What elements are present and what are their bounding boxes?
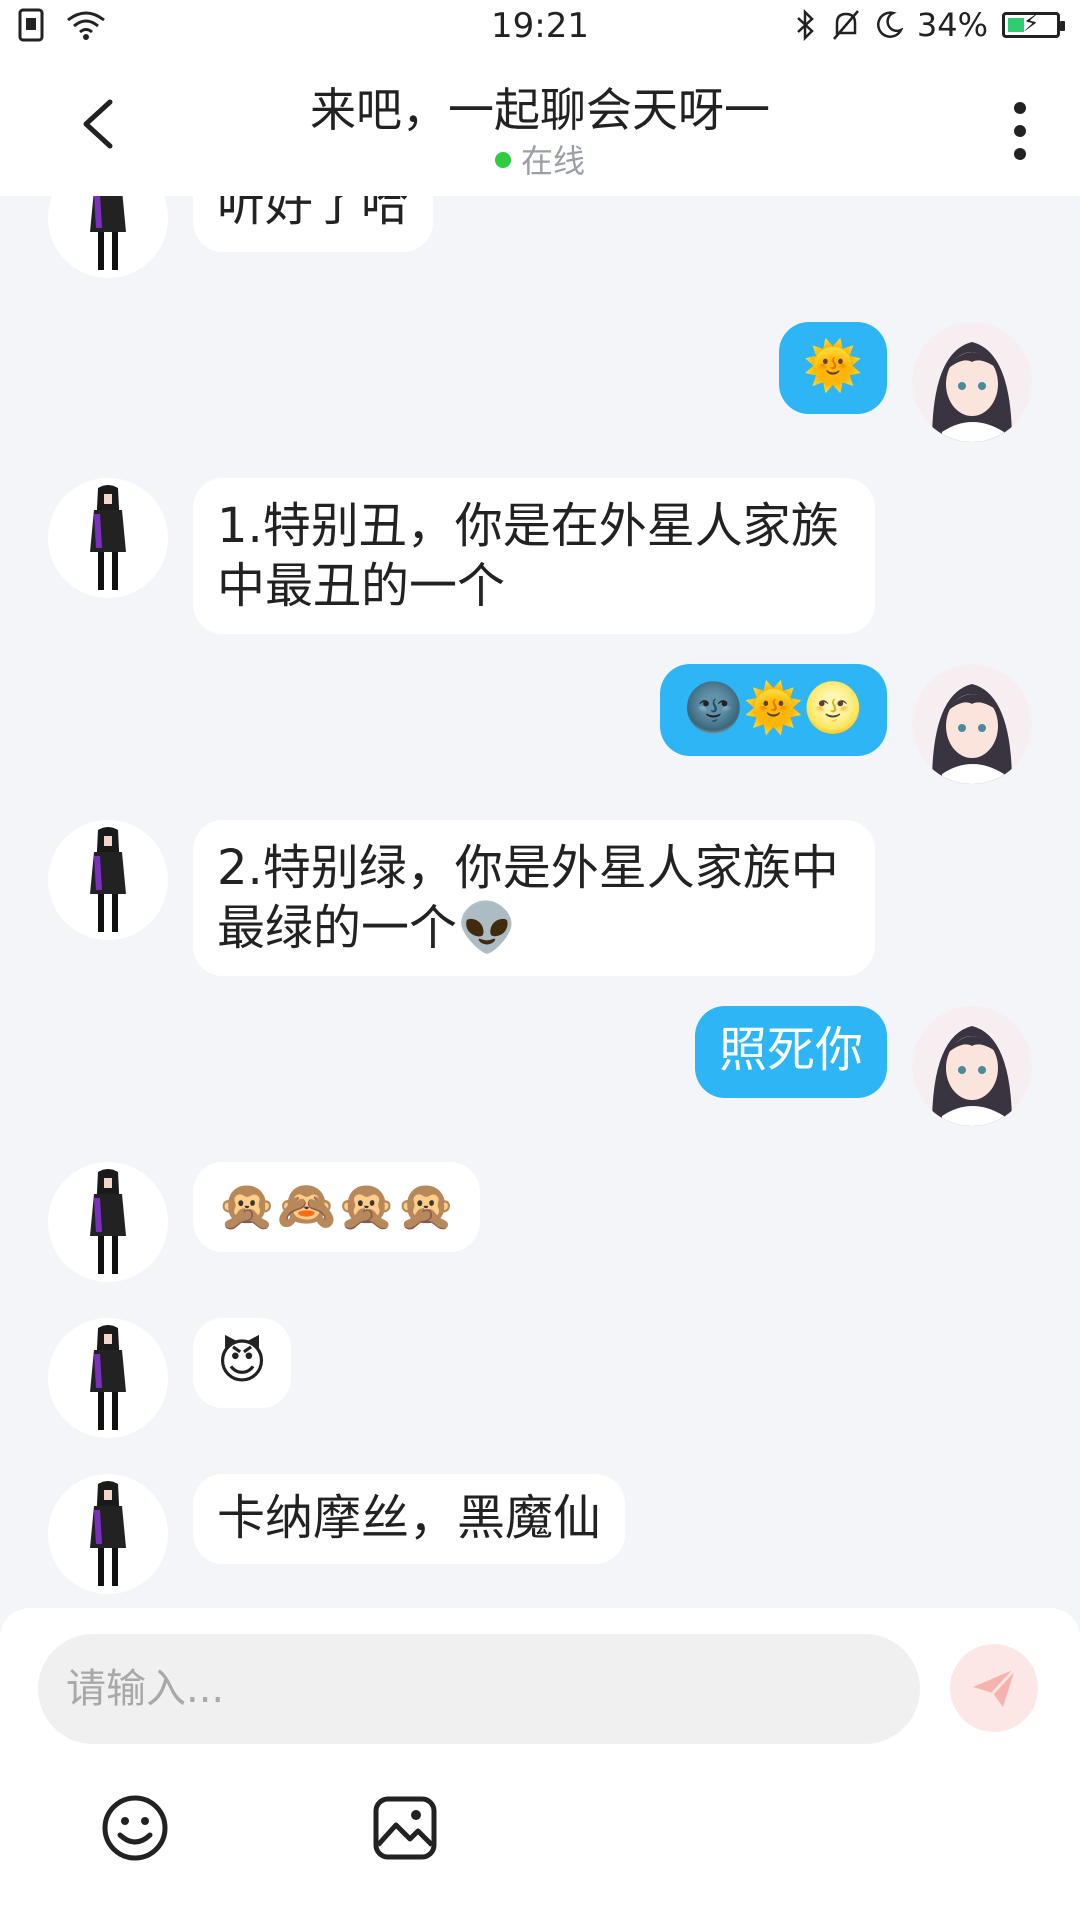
online-dot-icon xyxy=(494,152,511,168)
charging-bolt-icon: ⚡ xyxy=(1022,9,1040,37)
message-bubble-incoming[interactable]: 卡纳摩丝，黑魔仙 xyxy=(193,1474,626,1564)
message-bubble-incoming[interactable]: 1.特别丑，你是在外星人家族中最丑的一个 xyxy=(193,478,875,634)
contact-avatar[interactable] xyxy=(48,1474,168,1594)
online-status: 在线 xyxy=(0,136,1080,182)
more-dot xyxy=(1014,102,1026,114)
more-options-button[interactable] xyxy=(1010,102,1030,160)
contact-avatar[interactable] xyxy=(48,196,168,278)
message-list[interactable]: 听好了哈 🌞 1.特别丑，你是在外星人家族中最丑的一个 🌚🌞🌝 2.特别绿，你是… xyxy=(0,196,1080,1608)
message-input[interactable]: 请输入... xyxy=(38,1634,920,1744)
bluetooth-icon xyxy=(797,9,814,41)
paper-plane-icon xyxy=(973,1667,1017,1707)
contact-avatar[interactable] xyxy=(48,820,168,940)
message-composer: 请输入... xyxy=(0,1608,1080,1920)
mute-bell-icon xyxy=(832,10,859,40)
chat-title: 来吧，一起聊会天呀一 xyxy=(310,83,770,137)
status-right-icons: 34% ⚡ xyxy=(795,6,1065,44)
send-button[interactable] xyxy=(950,1644,1038,1732)
message-bubble-incoming[interactable]: 2.特别绿，你是外星人家族中最绿的一个👽 xyxy=(193,820,875,976)
contact-avatar[interactable] xyxy=(48,1162,168,1282)
my-avatar[interactable] xyxy=(912,664,1032,784)
message-bubble-outgoing[interactable]: 照死你 xyxy=(694,1006,887,1098)
battery-icon: ⚡ xyxy=(1002,9,1065,38)
emoji-icon[interactable] xyxy=(100,1793,170,1863)
more-dot xyxy=(1014,125,1026,137)
contact-avatar[interactable] xyxy=(48,478,168,598)
image-icon[interactable] xyxy=(370,1793,440,1863)
my-avatar[interactable] xyxy=(912,1006,1032,1126)
message-bubble-outgoing[interactable]: 🌚🌞🌝 xyxy=(659,664,887,756)
message-bubble-incoming[interactable]: 听好了哈 xyxy=(193,196,434,252)
message-bubble-incoming[interactable]: 🙊🙈🙊🙊 xyxy=(193,1162,481,1252)
contact-avatar[interactable] xyxy=(48,1318,168,1438)
status-bar: 19:21 34% ⚡ xyxy=(0,0,1080,54)
more-dot xyxy=(1014,148,1026,160)
my-avatar[interactable] xyxy=(912,322,1032,442)
battery-percent: 34% xyxy=(916,6,988,44)
message-bubble-outgoing[interactable]: 🌞 xyxy=(779,322,887,414)
message-bubble-incoming[interactable]: 😈 xyxy=(193,1318,292,1408)
chat-header: 来吧，一起聊会天呀一 在线 xyxy=(0,54,1080,196)
online-label: 在线 xyxy=(520,142,585,180)
moon-icon xyxy=(876,11,903,38)
